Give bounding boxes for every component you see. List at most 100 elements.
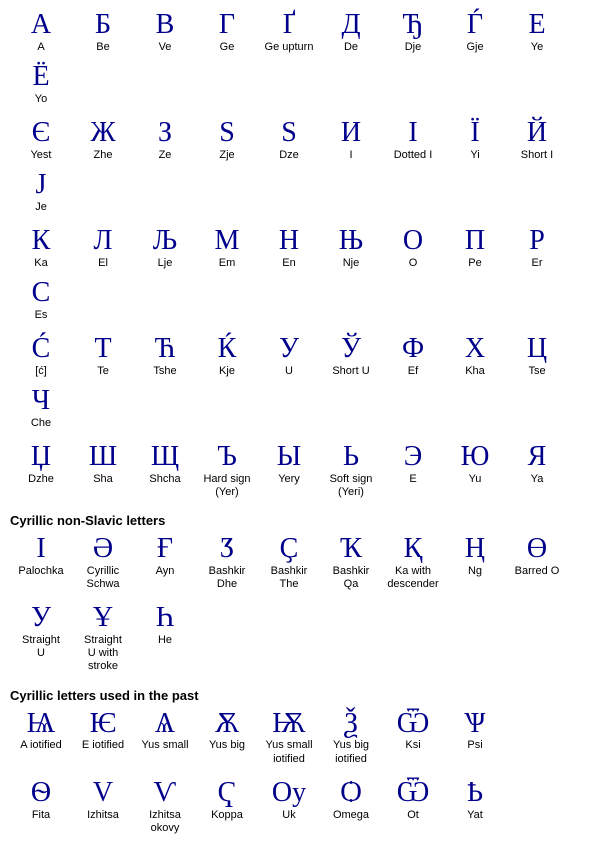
cyrillic-letter: Ӏ <box>36 534 45 565</box>
cyrillic-letter: S <box>281 118 297 149</box>
cyrillic-letter: Г <box>219 10 235 41</box>
cyrillic-letter: Ќ <box>218 334 237 365</box>
letter-cell: БBe <box>72 8 134 56</box>
cyrillic-letter: Ө <box>527 534 547 565</box>
cyrillic-letter: Ѿ <box>397 778 430 809</box>
letter-name: Yus big <box>209 739 245 752</box>
letter-name: Straight U <box>22 634 60 660</box>
letter-name: Che <box>31 417 51 430</box>
letter-name: Ze <box>159 149 172 162</box>
letter-cell: ѬYus small iotified <box>258 707 320 768</box>
cyrillic-letter: Ч <box>32 386 50 417</box>
cyrillic-letter: Ң <box>465 534 485 565</box>
cyrillic-letter: Ѳ <box>31 778 51 809</box>
letter-name: Soft sign (Yeri) <box>330 473 373 499</box>
letter-name: A <box>37 41 44 54</box>
letter-cell: АA <box>10 8 72 56</box>
letter-cell: ГGe <box>196 8 258 56</box>
cyrillic-letter: Џ <box>31 442 51 473</box>
cyrillic-letter: О <box>403 226 423 257</box>
cyrillic-letter: Є <box>32 118 50 149</box>
letter-cell: ѤE iotified <box>72 707 134 768</box>
letter-cell: ӀPalochka <box>10 532 72 593</box>
letter-cell: ОуUk <box>258 776 320 837</box>
letter-name: Izhitsa okovy <box>149 809 181 835</box>
letter-name: Be <box>96 41 109 54</box>
cyrillic-letter: Ҫ <box>280 534 299 565</box>
cyrillic-letter: Ћ <box>155 334 176 365</box>
cyrillic-letter: Ш <box>89 442 117 473</box>
cyrillic-letter: Щ <box>151 442 179 473</box>
cyrillic-letter: А <box>31 10 51 41</box>
cyrillic-letter: Т <box>94 334 111 365</box>
letter-cell: ЙShort I <box>506 116 568 164</box>
letter-row: ѨA iotified ѤE iotifiedѦYus small ѪYus big… <box>10 707 590 772</box>
letter-name: Dzhe <box>28 473 54 486</box>
cyrillic-letter: Д <box>341 10 360 41</box>
letter-cell: ЌKje <box>196 332 258 380</box>
cyrillic-letter: Һ <box>156 603 174 634</box>
letter-cell: ҢNg <box>444 532 506 593</box>
letter-name: Ksi <box>405 739 420 752</box>
letter-name: Tse <box>528 365 545 378</box>
cyrillic-letter: В <box>156 10 175 41</box>
letter-cell: ЎShort U <box>320 332 382 380</box>
letter-row: УStraight UҰStraight U with strokeҺHe <box>10 601 590 679</box>
cyrillic-letter: Ѭ <box>272 709 306 740</box>
letter-name: Psi <box>467 739 482 752</box>
letter-name: Zhe <box>94 149 113 162</box>
letter-name: Bashkir Qa <box>333 565 370 591</box>
letter-cell: ЫYery <box>258 440 320 501</box>
letter-name: Koppa <box>211 809 243 822</box>
cyrillic-letter: Оу <box>272 778 306 809</box>
letter-name: Nje <box>343 257 360 270</box>
cyrillic-letter: Ў <box>341 334 361 365</box>
cyrillic-letter: Њ <box>339 226 363 257</box>
cyrillic-letter: Ҁ <box>218 778 237 809</box>
letter-cell: ЩShcha <box>134 440 196 501</box>
letter-cell: УStraight U <box>10 601 72 675</box>
letter-name: Izhitsa <box>87 809 119 822</box>
letter-cell: ҠBashkir Qa <box>320 532 382 593</box>
cyrillic-letter: Ж <box>90 118 115 149</box>
letter-cell: ЃGje <box>444 8 506 56</box>
letter-name: Palochka <box>18 565 63 578</box>
letter-cell: ПPe <box>444 224 506 272</box>
letter-cell: ҚKa with descender <box>382 532 444 593</box>
letter-name: Ayn <box>156 565 175 578</box>
cyrillic-letter: J <box>36 170 47 201</box>
letter-cell: ЏDzhe <box>10 440 72 501</box>
cyrillic-letter: Ъ <box>217 442 237 473</box>
cyrillic-letter: У <box>31 603 51 634</box>
letter-name: Kje <box>219 365 235 378</box>
letter-cell: SDze <box>258 116 320 164</box>
letter-cell: НEn <box>258 224 320 272</box>
letter-cell: ҒAyn <box>134 532 196 593</box>
letter-name: Yat <box>467 809 483 822</box>
letter-name: Ka with descender <box>387 565 438 591</box>
letter-cell: ѮYus big iotified <box>320 707 382 768</box>
cyrillic-letter: М <box>215 226 240 257</box>
letter-name: Dje <box>405 41 422 54</box>
cyrillic-letter: Ҍ <box>467 778 483 809</box>
letter-cell: ЂDje <box>382 8 444 56</box>
cyrillic-letter: Л <box>94 226 113 257</box>
section-title-historical: Cyrillic letters used in the past <box>10 688 590 703</box>
letter-cell: ҰStraight U with stroke <box>72 601 134 675</box>
letter-name: Yi <box>470 149 479 162</box>
letter-name: Te <box>97 365 109 378</box>
letter-name: Ng <box>468 565 482 578</box>
letter-name: Uk <box>282 809 295 822</box>
letter-name: Barred O <box>515 565 560 578</box>
letter-row: Ć[ć]ТTeЋTsheЌKjeУUЎShort UФEfХKhaЦTseЧCh… <box>10 332 590 436</box>
letter-cell: ҌYat <box>444 776 506 837</box>
letter-cell: ѦYus small <box>134 707 196 768</box>
cyrillic-letter: Ѫ <box>214 709 239 740</box>
letter-name: A iotified <box>20 739 62 752</box>
letter-name: Ge upturn <box>265 41 314 54</box>
cyrillic-letter: Э <box>404 442 422 473</box>
letter-name: Tshe <box>153 365 176 378</box>
letter-name: Pe <box>468 257 481 270</box>
letter-name: Fita <box>32 809 50 822</box>
cyrillic-letter: Ѩ <box>27 709 56 740</box>
